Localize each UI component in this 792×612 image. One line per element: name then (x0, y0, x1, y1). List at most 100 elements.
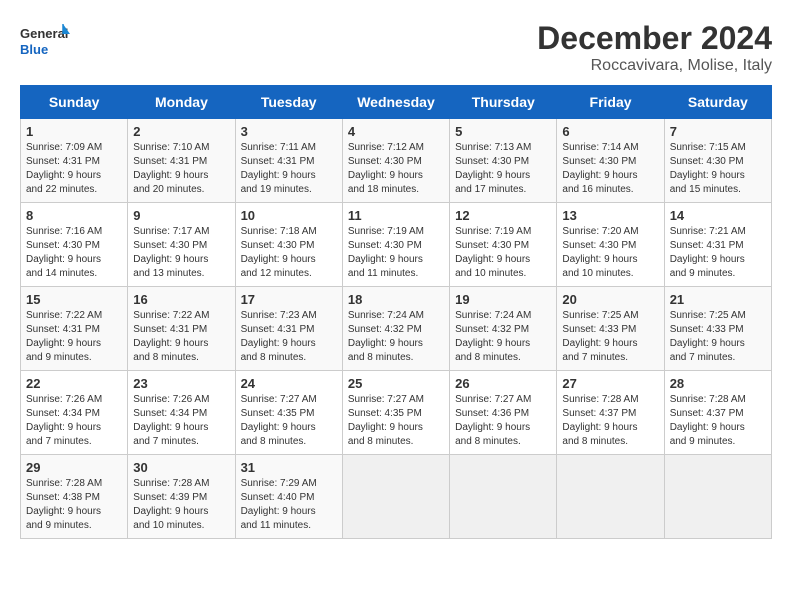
day-info: Sunrise: 7:28 AM Sunset: 4:37 PM Dayligh… (562, 393, 658, 449)
day-info: Sunrise: 7:27 AM Sunset: 4:35 PM Dayligh… (348, 393, 444, 449)
calendar-cell: 10 Sunrise: 7:18 AM Sunset: 4:30 PM Dayli… (235, 203, 342, 287)
calendar-cell: 11 Sunrise: 7:19 AM Sunset: 4:30 PM Dayli… (342, 203, 449, 287)
day-info: Sunrise: 7:24 AM Sunset: 4:32 PM Dayligh… (455, 309, 551, 365)
day-number: 11 (348, 208, 444, 223)
calendar-cell: 20 Sunrise: 7:25 AM Sunset: 4:33 PM Dayli… (557, 287, 664, 371)
day-info: Sunrise: 7:22 AM Sunset: 4:31 PM Dayligh… (133, 309, 229, 365)
day-info: Sunrise: 7:22 AM Sunset: 4:31 PM Dayligh… (26, 309, 122, 365)
logo-svg: General Blue (20, 20, 70, 64)
day-number: 19 (455, 292, 551, 307)
calendar-cell: 25 Sunrise: 7:27 AM Sunset: 4:35 PM Dayli… (342, 371, 449, 455)
day-info: Sunrise: 7:24 AM Sunset: 4:32 PM Dayligh… (348, 309, 444, 365)
calendar-cell (557, 455, 664, 539)
day-info: Sunrise: 7:15 AM Sunset: 4:30 PM Dayligh… (670, 141, 766, 197)
day-info: Sunrise: 7:26 AM Sunset: 4:34 PM Dayligh… (133, 393, 229, 449)
calendar-cell: 23 Sunrise: 7:26 AM Sunset: 4:34 PM Dayli… (128, 371, 235, 455)
day-number: 29 (26, 460, 122, 475)
calendar-cell: 12 Sunrise: 7:19 AM Sunset: 4:30 PM Dayli… (450, 203, 557, 287)
calendar-cell: 15 Sunrise: 7:22 AM Sunset: 4:31 PM Dayli… (21, 287, 128, 371)
day-number: 3 (241, 124, 337, 139)
calendar-cell: 13Sunrise: 7:20 AM Sunset: 4:30 PM Dayli… (557, 203, 664, 287)
calendar-table: SundayMondayTuesdayWednesdayThursdayFrid… (20, 85, 772, 539)
month-title: December 2024 (537, 20, 772, 57)
dow-header: Sunday (21, 86, 128, 119)
day-number: 24 (241, 376, 337, 391)
calendar-cell: 26Sunrise: 7:27 AM Sunset: 4:36 PM Dayli… (450, 371, 557, 455)
day-number: 9 (133, 208, 229, 223)
day-info: Sunrise: 7:27 AM Sunset: 4:36 PM Dayligh… (455, 393, 551, 449)
calendar-cell: 30 Sunrise: 7:28 AM Sunset: 4:39 PM Dayli… (128, 455, 235, 539)
calendar-cell: 28 Sunrise: 7:28 AM Sunset: 4:37 PM Dayli… (664, 371, 771, 455)
calendar-cell: 9 Sunrise: 7:17 AM Sunset: 4:30 PM Daylig… (128, 203, 235, 287)
day-number: 18 (348, 292, 444, 307)
day-number: 28 (670, 376, 766, 391)
calendar-cell: 5 Sunrise: 7:13 AM Sunset: 4:30 PM Daylig… (450, 119, 557, 203)
day-info: Sunrise: 7:23 AM Sunset: 4:31 PM Dayligh… (241, 309, 337, 365)
day-number: 16 (133, 292, 229, 307)
calendar-cell: 29 Sunrise: 7:28 AM Sunset: 4:38 PM Dayli… (21, 455, 128, 539)
day-info: Sunrise: 7:10 AM Sunset: 4:31 PM Dayligh… (133, 141, 229, 197)
calendar-cell: 17Sunrise: 7:23 AM Sunset: 4:31 PM Dayli… (235, 287, 342, 371)
calendar-cell: 27Sunrise: 7:28 AM Sunset: 4:37 PM Dayli… (557, 371, 664, 455)
day-info: Sunrise: 7:13 AM Sunset: 4:30 PM Dayligh… (455, 141, 551, 197)
day-number: 12 (455, 208, 551, 223)
day-number: 23 (133, 376, 229, 391)
day-info: Sunrise: 7:27 AM Sunset: 4:35 PM Dayligh… (241, 393, 337, 449)
day-info: Sunrise: 7:09 AM Sunset: 4:31 PM Dayligh… (26, 141, 122, 197)
calendar-cell: 31 Sunrise: 7:29 AM Sunset: 4:40 PM Dayli… (235, 455, 342, 539)
day-number: 20 (562, 292, 658, 307)
calendar-cell: 16 Sunrise: 7:22 AM Sunset: 4:31 PM Dayli… (128, 287, 235, 371)
dow-header: Saturday (664, 86, 771, 119)
day-number: 8 (26, 208, 122, 223)
day-number: 14 (670, 208, 766, 223)
dow-header: Wednesday (342, 86, 449, 119)
calendar-cell: 2 Sunrise: 7:10 AM Sunset: 4:31 PM Daylig… (128, 119, 235, 203)
day-info: Sunrise: 7:18 AM Sunset: 4:30 PM Dayligh… (241, 225, 337, 281)
calendar-cell: 14 Sunrise: 7:21 AM Sunset: 4:31 PM Dayli… (664, 203, 771, 287)
calendar-cell (664, 455, 771, 539)
day-info: Sunrise: 7:28 AM Sunset: 4:38 PM Dayligh… (26, 477, 122, 533)
calendar-cell: 4Sunrise: 7:12 AM Sunset: 4:30 PM Daylig… (342, 119, 449, 203)
day-number: 1 (26, 124, 122, 139)
day-number: 13 (562, 208, 658, 223)
calendar-cell: 24 Sunrise: 7:27 AM Sunset: 4:35 PM Dayli… (235, 371, 342, 455)
calendar-cell: 8 Sunrise: 7:16 AM Sunset: 4:30 PM Daylig… (21, 203, 128, 287)
day-number: 15 (26, 292, 122, 307)
day-info: Sunrise: 7:25 AM Sunset: 4:33 PM Dayligh… (670, 309, 766, 365)
calendar-cell (342, 455, 449, 539)
day-info: Sunrise: 7:29 AM Sunset: 4:40 PM Dayligh… (241, 477, 337, 533)
day-number: 22 (26, 376, 122, 391)
day-info: Sunrise: 7:26 AM Sunset: 4:34 PM Dayligh… (26, 393, 122, 449)
day-number: 2 (133, 124, 229, 139)
day-info: Sunrise: 7:17 AM Sunset: 4:30 PM Dayligh… (133, 225, 229, 281)
day-info: Sunrise: 7:14 AM Sunset: 4:30 PM Dayligh… (562, 141, 658, 197)
dow-header: Friday (557, 86, 664, 119)
day-number: 31 (241, 460, 337, 475)
day-info: Sunrise: 7:28 AM Sunset: 4:37 PM Dayligh… (670, 393, 766, 449)
day-number: 25 (348, 376, 444, 391)
calendar-cell: 19 Sunrise: 7:24 AM Sunset: 4:32 PM Dayli… (450, 287, 557, 371)
dow-header: Tuesday (235, 86, 342, 119)
calendar-cell: 22 Sunrise: 7:26 AM Sunset: 4:34 PM Dayli… (21, 371, 128, 455)
day-info: Sunrise: 7:16 AM Sunset: 4:30 PM Dayligh… (26, 225, 122, 281)
calendar-cell: 6Sunrise: 7:14 AM Sunset: 4:30 PM Daylig… (557, 119, 664, 203)
logo: General Blue (20, 20, 70, 64)
day-number: 30 (133, 460, 229, 475)
dow-header: Monday (128, 86, 235, 119)
day-number: 7 (670, 124, 766, 139)
day-info: Sunrise: 7:25 AM Sunset: 4:33 PM Dayligh… (562, 309, 658, 365)
calendar-cell: 3 Sunrise: 7:11 AM Sunset: 4:31 PM Daylig… (235, 119, 342, 203)
svg-text:Blue: Blue (20, 42, 48, 57)
day-info: Sunrise: 7:21 AM Sunset: 4:31 PM Dayligh… (670, 225, 766, 281)
calendar-cell: 7 Sunrise: 7:15 AM Sunset: 4:30 PM Daylig… (664, 119, 771, 203)
day-number: 10 (241, 208, 337, 223)
subtitle: Roccavivara, Molise, Italy (537, 57, 772, 75)
day-info: Sunrise: 7:19 AM Sunset: 4:30 PM Dayligh… (348, 225, 444, 281)
day-info: Sunrise: 7:19 AM Sunset: 4:30 PM Dayligh… (455, 225, 551, 281)
day-info: Sunrise: 7:28 AM Sunset: 4:39 PM Dayligh… (133, 477, 229, 533)
calendar-cell (450, 455, 557, 539)
calendar-cell: 1 Sunrise: 7:09 AM Sunset: 4:31 PM Daylig… (21, 119, 128, 203)
day-info: Sunrise: 7:11 AM Sunset: 4:31 PM Dayligh… (241, 141, 337, 197)
day-number: 5 (455, 124, 551, 139)
day-info: Sunrise: 7:12 AM Sunset: 4:30 PM Dayligh… (348, 141, 444, 197)
